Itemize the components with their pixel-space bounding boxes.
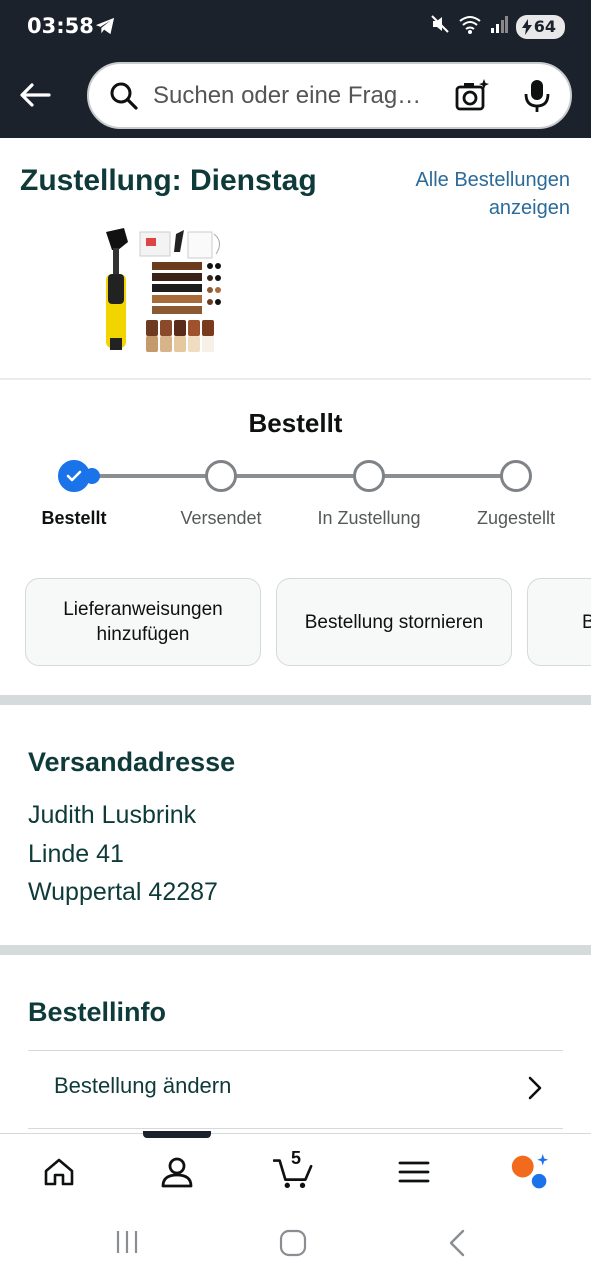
- add-delivery-instructions-button[interactable]: Lieferanweisungen hinzufügen: [25, 578, 261, 666]
- step-label-bestellt: Bestellt: [41, 508, 107, 528]
- telegram-icon: [94, 16, 116, 41]
- search-icon: [107, 79, 141, 113]
- address-city: Wuppertal 42287: [28, 878, 218, 906]
- signal-icon: [490, 14, 508, 39]
- home-button-icon[interactable]: [279, 1229, 307, 1262]
- product-image[interactable]: [100, 228, 230, 354]
- order-status-section: Bestellt Bestellt Versendet In Zustellun…: [0, 380, 591, 696]
- delivery-summary: Zustellung: Dienstag Alle Bestellungen a…: [0, 138, 591, 380]
- section-divider: [0, 945, 591, 955]
- menu-icon[interactable]: [394, 1152, 434, 1192]
- status-time: 03:58: [27, 14, 94, 38]
- camera-search-icon[interactable]: [454, 78, 490, 119]
- change-order-label: Bestellung ändern: [54, 1073, 232, 1098]
- home-icon[interactable]: [39, 1152, 79, 1192]
- order-status-heading: Bestellt: [248, 408, 343, 438]
- address-name: Judith Lusbrink: [28, 801, 197, 829]
- section-divider: [0, 695, 591, 705]
- order-info-title: Bestellinfo: [28, 997, 167, 1027]
- step-label-in-zustellung: In Zustellung: [317, 508, 421, 528]
- active-tab-indicator: [143, 1131, 211, 1138]
- wifi-icon: [458, 14, 482, 39]
- account-icon[interactable]: [157, 1152, 197, 1192]
- charging-icon: [521, 18, 532, 35]
- delivery-title: Zustellung: Dienstag: [20, 164, 317, 197]
- battery-level: 64: [533, 17, 556, 36]
- system-navigation-bar: [0, 1207, 591, 1280]
- search-input[interactable]: Suchen oder eine Frag…: [153, 82, 433, 110]
- all-orders-link[interactable]: Alle Bestellungen anzeigen: [415, 166, 570, 222]
- cancel-order-button[interactable]: Bestellung stornieren: [276, 578, 512, 666]
- bottom-navigation: 5: [0, 1131, 591, 1207]
- progress-marker: [84, 468, 100, 484]
- back-button[interactable]: [14, 74, 56, 116]
- step-dot-versendet: [205, 460, 237, 492]
- all-orders-link-line1: Alle Bestellungen: [415, 169, 570, 191]
- chevron-right-icon: [527, 1075, 543, 1106]
- mute-icon: [430, 14, 450, 39]
- status-bar: 03:58 64: [0, 0, 591, 55]
- arrow-left-icon: [20, 83, 51, 107]
- step-dot-zugestellt: [500, 460, 532, 492]
- shipping-address-title: Versandadresse: [28, 747, 236, 777]
- step-label-versendet: Versendet: [180, 508, 262, 528]
- order-actions: Lieferanweisungen hinzufügen Bestellung …: [25, 578, 591, 666]
- step-label-zugestellt: Zugestellt: [476, 508, 556, 528]
- header: Suchen oder eine Frag…: [0, 55, 591, 138]
- change-order-row[interactable]: Bestellung ändern: [28, 1051, 563, 1129]
- status-icons: 64: [430, 14, 565, 39]
- cart-icon[interactable]: 5: [273, 1148, 313, 1192]
- progress-track: [74, 474, 518, 478]
- order-info-section: Bestellinfo Bestellung ändern: [0, 955, 591, 1135]
- more-action-button[interactable]: B: [527, 578, 591, 666]
- battery-indicator: 64: [515, 14, 565, 39]
- cart-count: 5: [291, 1148, 302, 1168]
- step-dot-in-zustellung: [353, 460, 385, 492]
- microphone-icon[interactable]: [522, 78, 552, 119]
- all-orders-link-line2: anzeigen: [488, 197, 570, 219]
- checkmark-icon: [66, 470, 82, 482]
- address-street: Linde 41: [28, 840, 124, 868]
- shipping-address-section: Versandadresse Judith Lusbrink Linde 41 …: [0, 705, 591, 945]
- rufus-assistant-icon[interactable]: [510, 1152, 550, 1192]
- back-navigation-icon[interactable]: [447, 1229, 469, 1262]
- search-bar[interactable]: Suchen oder eine Frag…: [87, 62, 572, 129]
- recent-apps-icon[interactable]: [114, 1229, 140, 1260]
